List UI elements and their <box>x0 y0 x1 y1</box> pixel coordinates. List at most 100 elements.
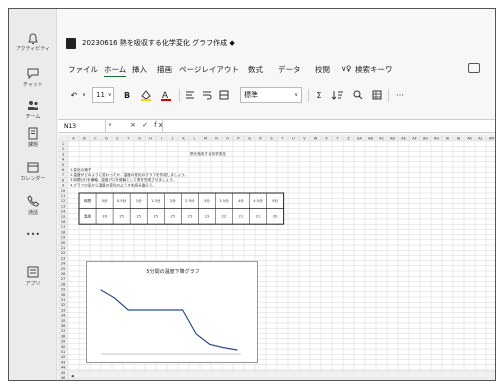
row-header[interactable]: 2 <box>62 147 64 151</box>
align-icon[interactable] <box>182 87 198 103</box>
column-header[interactable]: H <box>149 137 152 141</box>
document-title[interactable]: 20230616 熱を吸収する化学変化 グラフ作成 ◆ <box>82 38 235 48</box>
column-header[interactable]: W <box>314 137 318 141</box>
column-header[interactable]: AC <box>379 137 384 141</box>
column-header[interactable]: AB <box>368 137 373 141</box>
find-icon[interactable] <box>350 87 366 103</box>
row-header[interactable]: 24 <box>61 262 66 266</box>
row-header[interactable]: 34 <box>61 314 66 318</box>
rail-item-apps[interactable]: アプリ <box>9 264 57 288</box>
column-header[interactable]: AI <box>446 137 450 141</box>
column-header[interactable]: AJ <box>457 137 461 141</box>
row-header[interactable]: 26 <box>61 272 66 276</box>
row-header[interactable]: 41 <box>61 350 66 354</box>
row-header[interactable]: 18 <box>61 230 66 234</box>
sort-filter-icon[interactable] <box>330 87 346 103</box>
table-value-cell[interactable]: 26 <box>102 215 107 219</box>
column-header[interactable]: AD <box>390 137 395 141</box>
row-header[interactable]: 13 <box>61 204 66 208</box>
table-header-cell[interactable]: 4分 <box>238 198 244 203</box>
column-header[interactable]: I <box>161 137 162 141</box>
table-value-cell[interactable]: 21 <box>239 215 244 219</box>
comments-icon[interactable] <box>468 63 480 73</box>
column-header[interactable]: AG <box>423 137 428 141</box>
column-header[interactable]: AL <box>478 137 482 141</box>
bold-button[interactable]: B <box>122 87 132 103</box>
row-header[interactable]: 11 <box>61 194 66 198</box>
wrap-text-icon[interactable] <box>200 87 214 103</box>
more-options-icon[interactable]: ··· <box>392 87 408 103</box>
row-header[interactable]: 28 <box>61 282 66 286</box>
column-header[interactable]: D <box>105 137 108 141</box>
autosum-icon[interactable]: Σ <box>312 87 326 103</box>
row-header[interactable]: 16 <box>61 220 66 224</box>
row-header[interactable]: 35 <box>61 319 66 323</box>
table-value-cell[interactable]: 25 <box>136 215 141 219</box>
row-header[interactable]: 25 <box>61 267 66 271</box>
row-header[interactable]: 37 <box>61 329 66 333</box>
table-value-cell[interactable]: 25 <box>170 215 175 219</box>
table-style-icon[interactable] <box>370 87 384 103</box>
font-color-icon[interactable]: A <box>158 87 174 103</box>
row-header[interactable]: 22 <box>61 251 66 255</box>
fill-color-icon[interactable] <box>138 87 154 103</box>
worksheet-grid[interactable]: A B C D E F G H I J K L M N O P Q R S T U V W X Y Z AA AB AC AD AE AF AG… <box>58 135 496 380</box>
merge-cells-icon[interactable] <box>216 87 232 103</box>
column-header[interactable]: N <box>215 137 218 141</box>
row-header[interactable]: 3 <box>62 152 64 156</box>
column-header[interactable]: AF <box>412 137 417 141</box>
table-value-cell[interactable]: 25 <box>119 215 124 219</box>
table-value-cell[interactable]: 22 <box>222 215 227 219</box>
rail-item-phone[interactable]: 通話 <box>9 193 57 217</box>
table-header-cell[interactable]: 0.5分 <box>117 198 127 203</box>
row-header[interactable]: 29 <box>61 288 66 292</box>
search-box[interactable]: 検索キーワ <box>355 64 393 75</box>
row-header[interactable]: 19 <box>61 236 66 240</box>
name-box[interactable]: N13 <box>58 120 106 132</box>
column-header[interactable]: AE <box>401 137 406 141</box>
table-value-cell[interactable]: 25 <box>153 215 158 219</box>
undo-dropdown-icon[interactable]: ∨ <box>80 87 88 103</box>
row-header[interactable]: 15 <box>61 215 66 219</box>
row-header[interactable]: 36 <box>61 324 66 328</box>
column-header[interactable]: J <box>171 137 173 141</box>
line-chart[interactable]: 5分間の温度下降グラフ <box>86 261 258 363</box>
column-header[interactable]: U <box>292 137 295 141</box>
tab-3[interactable]: 描画 <box>157 64 172 75</box>
rail-item-more[interactable]: ••• <box>9 230 57 239</box>
row-header[interactable]: 5 <box>62 163 64 167</box>
row-header[interactable]: 20 <box>61 241 66 245</box>
column-header[interactable]: G <box>138 137 141 141</box>
tab-1[interactable]: ホーム <box>104 64 127 77</box>
tab-2[interactable]: 挿入 <box>132 64 147 75</box>
rail-item-chat[interactable]: チャット <box>9 65 57 89</box>
row-header[interactable]: 44 <box>61 366 66 370</box>
table-value-cell[interactable]: 25 <box>188 215 193 219</box>
table-header-cell[interactable]: 3分 <box>204 198 210 203</box>
column-header[interactable]: AA <box>357 137 363 141</box>
table-value-cell[interactable]: 温度 <box>84 214 92 219</box>
font-size-select[interactable]: 11 ∨ <box>92 87 114 103</box>
table-header-cell[interactable]: 0分 <box>102 198 108 203</box>
rail-item-bell[interactable]: アクティビティ <box>9 29 57 53</box>
column-header[interactable]: AM <box>489 137 495 141</box>
rail-item-teams[interactable]: チーム <box>9 97 57 121</box>
tab-4[interactable]: ページレイアウト <box>179 64 239 75</box>
table-header-cell[interactable]: 2分 <box>170 198 176 203</box>
tab-0[interactable]: ファイル <box>68 64 98 75</box>
number-format-select[interactable]: 標準 ∨ <box>240 87 302 103</box>
column-header[interactable]: O <box>226 137 229 141</box>
table-value-cell[interactable]: 21 <box>256 215 261 219</box>
table-header-cell[interactable]: 時間 <box>84 198 92 203</box>
tab-7[interactable]: 校閲 <box>315 64 330 75</box>
table-header-cell[interactable]: 2.5分 <box>185 198 195 203</box>
row-header[interactable]: 38 <box>61 334 66 338</box>
row-header[interactable]: 10 <box>61 189 66 193</box>
row-header[interactable]: 27 <box>61 277 66 281</box>
row-header[interactable]: 31 <box>61 298 66 302</box>
horizontal-scrollbar[interactable] <box>67 370 496 380</box>
row-header[interactable]: 32 <box>61 303 66 307</box>
undo-icon[interactable]: ↶ <box>68 87 80 103</box>
row-header[interactable]: 12 <box>61 199 66 203</box>
row-header[interactable]: 21 <box>61 246 66 250</box>
